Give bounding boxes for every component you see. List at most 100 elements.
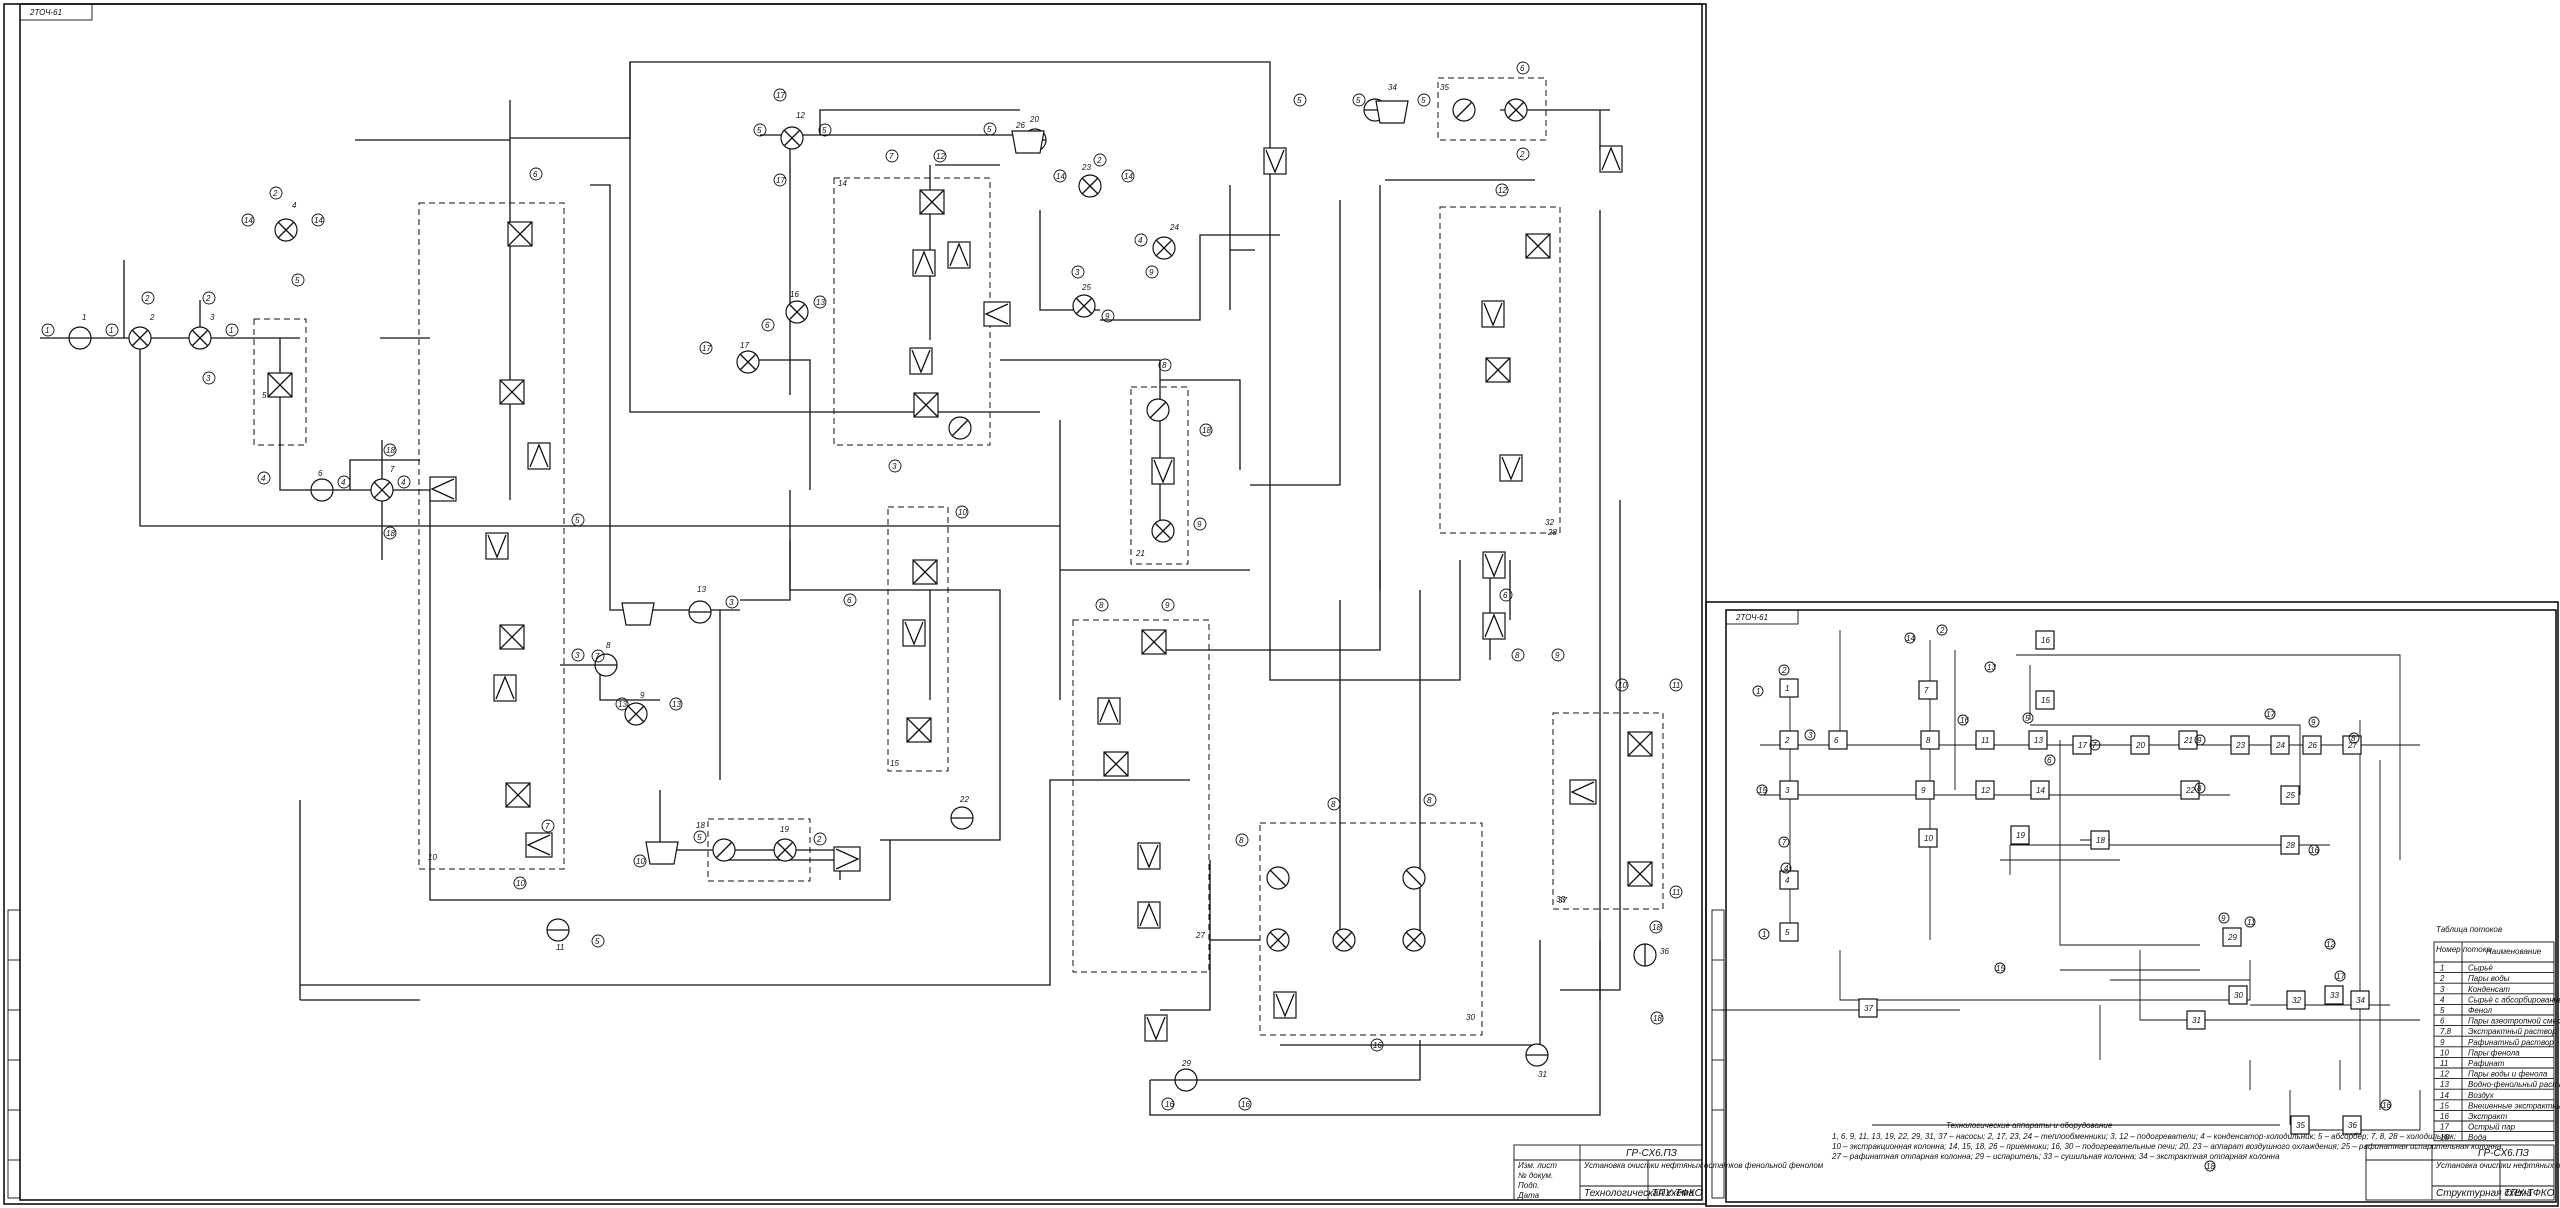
- svg-text:31: 31: [1538, 1070, 1547, 1079]
- receiver-icon: [1375, 100, 1409, 124]
- sheet-1-frame: [19, 3, 1703, 1201]
- unit-block-label: 22: [2185, 786, 2195, 795]
- unit-block-label: 28: [2285, 841, 2295, 850]
- svg-text:16: 16: [1960, 716, 1969, 725]
- svg-text:19: 19: [780, 825, 789, 834]
- svg-text:8: 8: [1239, 836, 1244, 845]
- svg-text:4: 4: [261, 474, 266, 483]
- flow-table-number: 14: [2440, 1091, 2449, 1100]
- cooler-30a-icon: [1266, 866, 1290, 890]
- svg-text:6: 6: [847, 596, 852, 605]
- svg-text:12: 12: [796, 111, 805, 120]
- sheet-1-side-label: Изм. лист: [1518, 1161, 1557, 1170]
- svg-text:1: 1: [82, 313, 86, 322]
- svg-text:9: 9: [1149, 268, 1154, 277]
- svg-text:5: 5: [1297, 96, 1302, 105]
- cooler-30b-icon: [1402, 866, 1426, 890]
- svg-text:10: 10: [958, 508, 967, 517]
- svg-text:5: 5: [295, 276, 300, 285]
- svg-text:1: 1: [1756, 687, 1760, 696]
- svg-text:14: 14: [244, 216, 253, 225]
- flow-table-name: Рафинат: [2468, 1059, 2505, 1068]
- legend-line: 10 – экстракционная колонна; 14, 15, 18,…: [1832, 1142, 2504, 1151]
- exchanger-16-icon: [785, 300, 809, 324]
- vertical-exchangers-sheet1: [485, 145, 1623, 1042]
- flow-table: Таблица потоков Номер потокаНаименование…: [2433, 925, 2560, 1142]
- column-5-icon: [267, 372, 293, 398]
- block-diagram-units: 1234567891011121314151617181920212223 242…: [1779, 630, 2370, 1135]
- flow-table-number: 2: [2439, 974, 2445, 983]
- svg-text:2: 2: [144, 294, 150, 303]
- sheet-2-org: ТПУ-ТФКО: [2504, 1188, 2555, 1199]
- svg-text:37: 37: [1558, 896, 1567, 905]
- flow-table-header: Номер потока: [2436, 945, 2491, 954]
- svg-text:9: 9: [1197, 520, 1202, 529]
- column-32b-icon: [1485, 357, 1511, 383]
- svg-text:14: 14: [1906, 634, 1915, 643]
- flow-table-name: Рафинатный раствор: [2468, 1038, 2554, 1047]
- svg-text:17: 17: [776, 91, 785, 100]
- svg-text:2: 2: [1096, 156, 1102, 165]
- title-block-sheet2: ГР-СХ6.ПЗ Установка очистки нефтяных ост…: [2365, 1144, 2560, 1201]
- unit-block-label: 36: [2348, 1121, 2357, 1130]
- unit-block-label: 35: [2296, 1121, 2305, 1130]
- column-14b-icon: [913, 392, 939, 418]
- svg-text:30: 30: [1466, 1013, 1475, 1022]
- svg-text:8: 8: [1515, 651, 1520, 660]
- unit-block-label: 15: [2041, 696, 2050, 705]
- svg-text:6: 6: [1503, 591, 1508, 600]
- unit-block-label: 4: [1785, 876, 1790, 885]
- svg-text:11: 11: [1672, 888, 1680, 897]
- sheet-2-outer-frame: [1705, 601, 2559, 1207]
- svg-text:3: 3: [206, 374, 211, 383]
- title-block-sheet1: ГР-СХ6.ПЗ Установка очистки нефтяных ост…: [1513, 1144, 1824, 1201]
- svg-text:8: 8: [606, 641, 611, 650]
- svg-text:1: 1: [109, 326, 113, 335]
- svg-text:22: 22: [959, 795, 969, 804]
- exchanger-36-icon: [1504, 98, 1528, 122]
- svg-text:18: 18: [1653, 1014, 1662, 1023]
- svg-text:26: 26: [1015, 121, 1025, 130]
- pump-6-icon: [310, 478, 334, 502]
- svg-text:2: 2: [272, 189, 278, 198]
- svg-text:10: 10: [636, 857, 645, 866]
- unit-block-label: 29: [2227, 933, 2237, 942]
- svg-text:2: 2: [816, 835, 822, 844]
- unit-block-label: 19: [2016, 831, 2025, 840]
- column-10c-icon: [499, 624, 525, 650]
- svg-text:29: 29: [1181, 1059, 1191, 1068]
- exchanger-7-icon: [370, 478, 394, 502]
- column-10b-icon: [499, 379, 525, 405]
- svg-text:3: 3: [575, 651, 580, 660]
- svg-text:6: 6: [765, 321, 770, 330]
- sheet-2-frame: [1725, 609, 2557, 1203]
- svg-text:2: 2: [149, 313, 155, 322]
- svg-text:6: 6: [2047, 756, 2052, 765]
- svg-text:10: 10: [1618, 681, 1627, 690]
- svg-text:16: 16: [1165, 1100, 1174, 1109]
- svg-text:3: 3: [1808, 731, 1813, 740]
- sheet-1-title-code: ГР-СХ6.ПЗ: [1626, 1148, 1677, 1159]
- unit-block-label: 30: [2234, 991, 2243, 1000]
- svg-text:9: 9: [1165, 601, 1170, 610]
- unit-block-label: 12: [1981, 786, 1990, 795]
- svg-text:15: 15: [1996, 964, 2005, 973]
- svg-text:3: 3: [892, 462, 897, 471]
- receiver-icon: [1011, 130, 1045, 154]
- svg-text:4: 4: [292, 201, 297, 210]
- svg-text:5: 5: [697, 833, 702, 842]
- sheet-1-org: ТПУ-ТФКО: [1652, 1188, 1703, 1199]
- svg-text:10: 10: [428, 853, 437, 862]
- svg-text:1: 1: [45, 326, 49, 335]
- svg-text:23: 23: [1081, 163, 1091, 172]
- svg-text:1: 1: [229, 326, 233, 335]
- legend-line: 27 – рафинатная отпарная колонна; 29 – и…: [1831, 1152, 2280, 1161]
- unit-block-label: 18: [2096, 836, 2105, 845]
- unit-block-label: 24: [2275, 741, 2285, 750]
- svg-text:24: 24: [1169, 223, 1179, 232]
- svg-text:17: 17: [2266, 710, 2275, 719]
- svg-text:9: 9: [1555, 651, 1560, 660]
- column-36b-icon: [1627, 861, 1653, 887]
- svg-text:4: 4: [1784, 864, 1789, 873]
- svg-text:16: 16: [790, 290, 799, 299]
